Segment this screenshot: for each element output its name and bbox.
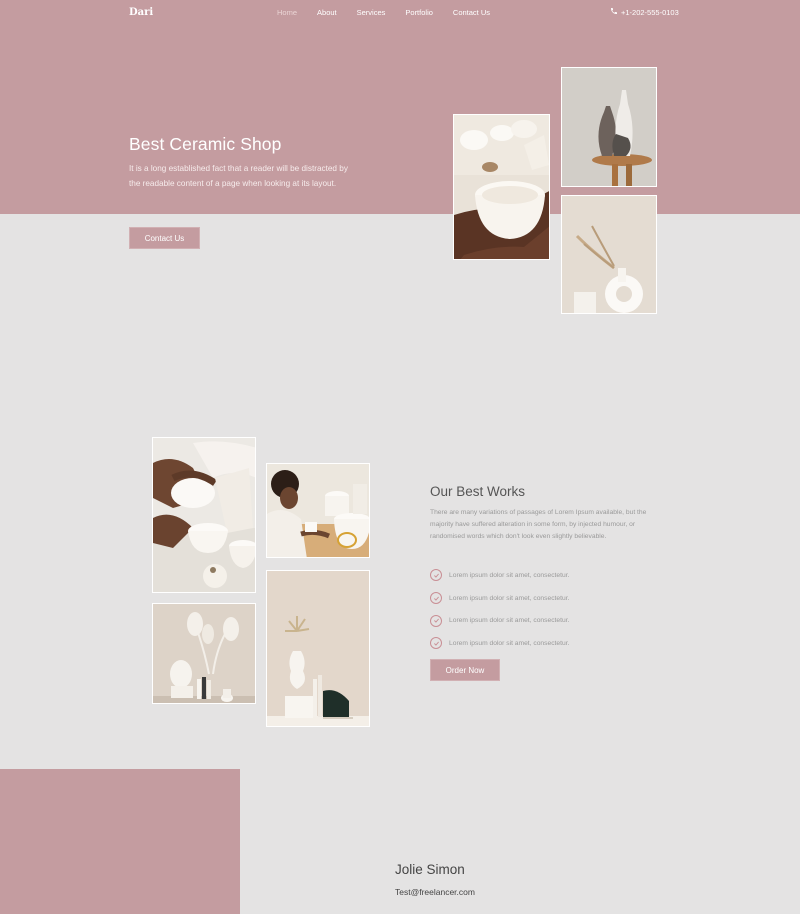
works-description: There are many variations of passages of… [430, 509, 647, 540]
check-circle-icon [430, 637, 442, 650]
list-item: Lorem ipsum dolor sit amet, consectetur. [430, 632, 670, 655]
check-circle-icon [430, 614, 442, 627]
check-circle-icon [430, 592, 442, 605]
phone-icon [610, 7, 618, 17]
decorative-block [0, 769, 240, 914]
contact-us-button[interactable]: Contact Us [129, 227, 200, 249]
hero-title: Best Ceramic Shop [129, 134, 282, 154]
list-item: Lorem ipsum dolor sit amet, consectetur. [430, 609, 670, 632]
phone-number: +1-202-555-0103 [621, 7, 679, 17]
list-item-text: Lorem ipsum dolor sit amet, consectetur. [449, 639, 570, 647]
feature-list: Lorem ipsum dolor sit amet, consectetur.… [430, 564, 670, 655]
phone-contact[interactable]: +1-202-555-0103 [610, 7, 679, 17]
order-now-button[interactable]: Order Now [430, 659, 500, 681]
hero-background [0, 0, 800, 214]
navbar: Dari Home About Services Portfolio Conta… [0, 0, 800, 26]
list-item-text: Lorem ipsum dolor sit amet, consectetur. [449, 571, 570, 579]
hero-photo-vases [561, 67, 657, 187]
works-photo-bust-decor [152, 603, 256, 704]
brand-logo[interactable]: Dari [129, 7, 153, 18]
nav-links: Home About Services Portfolio Contact Us [277, 8, 490, 17]
contact-name: Jolie Simon [395, 862, 465, 877]
check-circle-icon [430, 569, 442, 582]
nav-link-about[interactable]: About [317, 8, 337, 17]
list-item-text: Lorem ipsum dolor sit amet, consectetur. [449, 594, 570, 602]
works-title: Our Best Works [430, 484, 526, 499]
hero-photo-donut-vase [561, 195, 657, 314]
nav-link-services[interactable]: Services [357, 8, 386, 17]
list-item-text: Lorem ipsum dolor sit amet, consectetur. [449, 617, 570, 625]
works-photo-vase-books [266, 570, 370, 727]
nav-link-contact[interactable]: Contact Us [453, 8, 490, 17]
works-photo-hands-pottery [152, 437, 256, 593]
list-item: Lorem ipsum dolor sit amet, consectetur. [430, 587, 670, 610]
works-photo-painting-vase [266, 463, 370, 558]
nav-link-portfolio[interactable]: Portfolio [405, 8, 433, 17]
list-item: Lorem ipsum dolor sit amet, consectetur. [430, 564, 670, 587]
hero-description: It is a long established fact that a rea… [129, 164, 348, 188]
nav-link-home[interactable]: Home [277, 8, 297, 17]
contact-email[interactable]: Test@freelancer.com [395, 887, 475, 897]
hero-photo-bowls [453, 114, 550, 260]
